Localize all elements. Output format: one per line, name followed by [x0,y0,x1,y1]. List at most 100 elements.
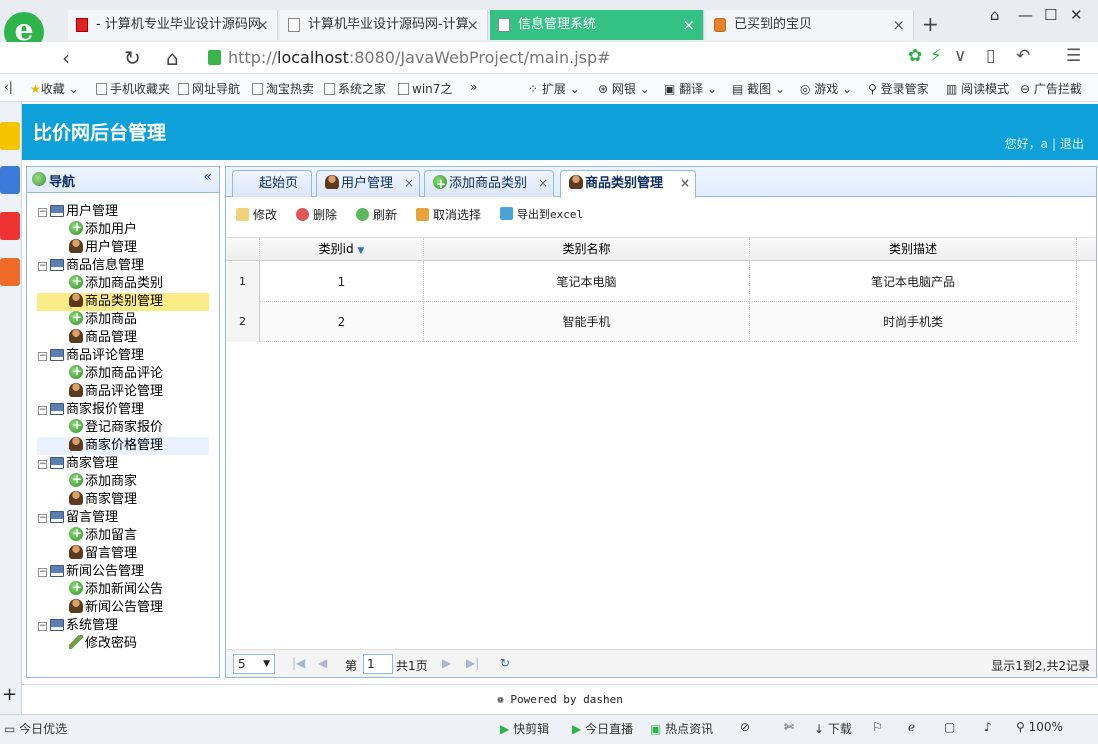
logout-link[interactable]: 退出 [1060,137,1084,151]
collapse-toggle-icon[interactable]: − [38,568,47,577]
last-page-icon[interactable]: ▶| [466,656,479,670]
maximize-button[interactable]: ☐ [1044,6,1057,24]
screenshot-menu[interactable]: ▤ 截图 ⌄ [732,80,785,97]
nav-item[interactable]: 添加商品 [69,308,137,329]
window-icon[interactable]: ▢ [944,720,955,734]
url-field[interactable]: http://localhost:8080/JavaWebProject/mai… [228,42,611,74]
tab-user-management[interactable]: 用户管理 × [316,170,420,197]
collapse-toggle-icon[interactable]: − [38,460,47,469]
minimize-button[interactable]: — [1018,6,1033,24]
mail-icon[interactable] [0,258,20,286]
next-page-icon[interactable]: ▶ [442,656,451,670]
games-menu[interactable]: ◎ 游戏 ⌄ [800,80,852,97]
volume-icon[interactable]: ♪ [984,720,992,734]
close-icon[interactable]: × [466,10,479,40]
live-today[interactable]: ▶ 今日直播 [572,720,633,737]
nav-group[interactable]: − 商品信息管理 [38,257,144,275]
nav-item[interactable]: 商品类别管理 [37,293,209,311]
reading-mode[interactable]: ▥ 阅读模式 [946,80,1009,97]
mobile-icon[interactable]: ▯ [986,46,995,66]
refresh-button[interactable]: 刷新 [356,206,397,223]
browser-tab-4[interactable]: 已买到的宝贝 × [706,10,914,40]
collapse-toggle-icon[interactable]: − [38,406,47,415]
nav-item[interactable]: 添加新闻公告 [69,578,163,599]
close-icon[interactable]: × [680,171,690,196]
browser-tab-2[interactable]: 计算机毕业设计源码网-计算 × [280,10,488,40]
table-row[interactable]: 1 1 笔记本电脑 笔记本电脑产品 [226,262,1077,302]
tab-home[interactable]: 起始页 [232,170,312,197]
ie-mode-icon[interactable]: ℯ [908,720,915,734]
col-header-id[interactable]: 类别id ▼ [260,238,424,262]
favorites-menu[interactable]: ★收藏 ⌄ [30,80,79,97]
col-header-name[interactable]: 类别名称 [424,238,750,262]
nav-item[interactable]: 商家价格管理 [37,437,209,455]
login-manager[interactable]: ⚲ 登录管家 [868,80,929,97]
cleanup-icon[interactable]: ✄ [784,720,794,734]
page-input[interactable]: 1 [363,654,393,674]
fav-link[interactable]: 手机收藏夹 [96,80,170,97]
nav-item[interactable]: 商家管理 [69,491,137,509]
hot-news[interactable]: ▣ 热点资讯 [650,720,713,737]
quick-clip[interactable]: ▶ 快剪辑 [500,720,549,737]
collapse-toggle-icon[interactable]: − [38,622,47,631]
close-icon[interactable]: × [404,171,414,196]
browser-tab-active[interactable]: 信息管理系统 × [490,10,704,40]
translate-menu[interactable]: ▣ 翻译 ⌄ [664,80,717,97]
nav-group[interactable]: − 商家报价管理 [38,401,144,419]
weibo-icon[interactable] [0,212,20,240]
collapse-sidebar-icon[interactable]: ‹| [4,80,13,94]
nav-item[interactable]: 修改密码 [69,635,137,653]
nav-item[interactable]: 添加商品类别 [69,272,163,293]
nav-item[interactable]: 留言管理 [69,545,137,563]
collapse-toggle-icon[interactable]: − [38,208,47,217]
ad-block[interactable]: ⊖ 广告拦截 [1020,80,1082,97]
close-icon[interactable]: × [682,10,695,40]
first-page-icon[interactable]: |◀ [292,656,305,670]
collapse-toggle-icon[interactable]: − [38,352,47,361]
nav-group[interactable]: − 新闻公告管理 [38,563,144,581]
nav-item[interactable]: 新闻公告管理 [69,599,163,617]
col-header-desc[interactable]: 类别描述 [750,238,1077,262]
nav-item[interactable]: 登记商家报价 [69,416,163,437]
add-icon[interactable]: + [2,684,17,705]
page-size-select[interactable]: 5 ▼ [233,654,275,674]
nav-item[interactable]: 添加商家 [69,470,137,491]
fav-link[interactable]: 网址导航 [178,80,240,97]
tab-add-category[interactable]: 添加商品类别 × [424,170,554,197]
reload-page-icon[interactable]: ↻ [500,656,510,670]
nav-item[interactable]: 商品评论管理 [69,383,163,401]
nav-group[interactable]: − 商品评论管理 [38,347,144,365]
close-icon[interactable]: × [256,10,269,40]
nav-group[interactable]: − 系统管理 [38,617,118,635]
close-icon[interactable]: × [538,171,548,196]
tab-category-management[interactable]: 商品类别管理 × [560,170,696,198]
fav-link[interactable]: 淘宝热卖 [252,80,314,97]
delete-button[interactable]: 删除 [296,206,337,223]
skin-icon[interactable]: ⌂ [990,6,1000,24]
browser-tab-1[interactable]: - 计算机专业毕业设计源码网 × [68,10,278,40]
lightning-icon[interactable]: ⚡ [930,46,942,66]
nav-item[interactable]: 商品管理 [69,329,137,347]
reload-icon[interactable]: ↻ [124,46,141,70]
download-button[interactable]: ↓ 下载 [814,720,852,737]
chevron-down-icon[interactable]: ∨ [954,46,966,66]
menu-icon[interactable]: ☰ [1066,46,1081,66]
home-icon[interactable]: ⌂ [166,46,179,70]
export-button[interactable]: 导出到excel [500,206,583,222]
unselect-button[interactable]: 取消选择 [416,206,481,223]
nav-item[interactable]: 添加用户 [69,218,137,239]
nav-item[interactable]: 添加商品评论 [69,362,163,383]
table-row[interactable]: 2 2 智能手机 时尚手机类 [226,302,1077,342]
flag-icon[interactable]: ⚐ [872,720,883,734]
new-tab-button[interactable]: + [922,12,939,36]
speed-icon[interactable]: ⊘ [740,720,750,734]
nav-item[interactable]: 用户管理 [69,239,137,257]
more-favorites-icon[interactable]: » [470,80,477,94]
nav-item[interactable]: 添加留言 [69,524,137,545]
extensions-menu[interactable]: ⁘ 扩展 ⌄ [528,80,580,97]
star-icon[interactable] [0,122,20,150]
edit-button[interactable]: 修改 [236,206,277,223]
collapse-icon[interactable]: « [203,169,212,185]
zoom-level[interactable]: ⚲ 100% [1016,720,1063,734]
collapse-toggle-icon[interactable]: − [38,262,47,271]
